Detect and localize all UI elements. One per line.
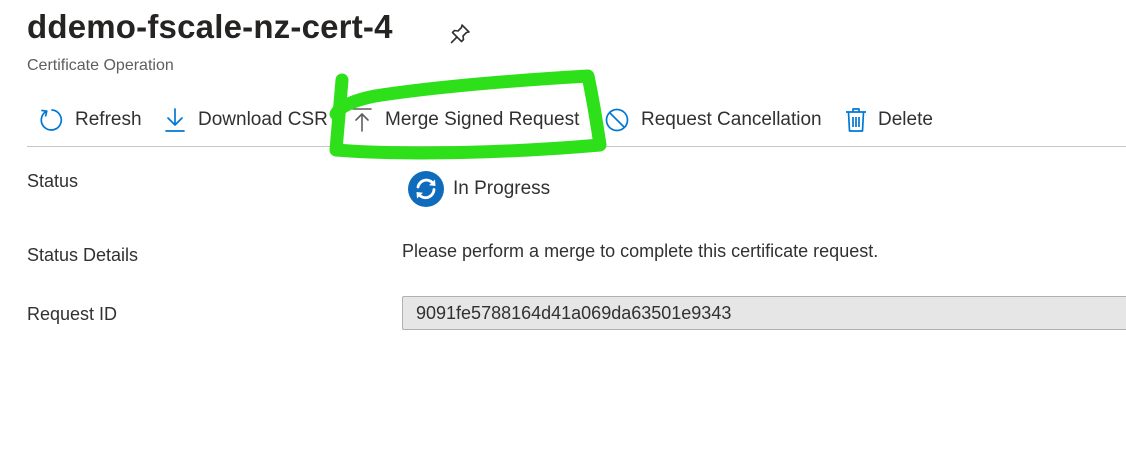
upload-icon <box>352 108 372 132</box>
merge-signed-request-button[interactable]: Merge Signed Request <box>350 100 579 140</box>
refresh-button[interactable]: Refresh <box>38 100 142 140</box>
pin-icon[interactable] <box>448 22 472 46</box>
status-label: Status <box>27 171 79 191</box>
refresh-icon <box>40 109 63 131</box>
toolbar-divider <box>27 146 1126 147</box>
sync-icon <box>408 171 444 207</box>
download-icon <box>165 108 185 132</box>
status-details-label: Status Details <box>27 245 139 265</box>
delete-button[interactable]: Delete <box>845 100 933 140</box>
certificate-operation-page: ddemo-fscale-nz-cert-4 Certificate Opera… <box>0 0 1126 475</box>
request-id-value: 9091fe5788164d41a069da63501e9343 <box>416 302 732 323</box>
status-text: In Progress <box>453 178 551 199</box>
page-title: ddemo-fscale-nz-cert-4 <box>27 8 393 45</box>
status-details-value: Please perform a merge to complete this … <box>402 241 879 261</box>
request-cancellation-label: Request Cancellation <box>641 109 822 130</box>
cancel-icon <box>605 108 629 132</box>
request-id-label: Request ID <box>27 304 118 324</box>
download-csr-button[interactable]: Download CSR <box>163 100 328 140</box>
download-csr-label: Download CSR <box>198 109 328 130</box>
merge-signed-request-label: Merge Signed Request <box>385 109 580 130</box>
page-subtitle: Certificate Operation <box>27 57 174 74</box>
status-value: In Progress <box>408 171 550 207</box>
command-bar: Refresh Download CSR Merge Signed Reques… <box>0 100 1126 140</box>
delete-label: Delete <box>878 109 933 130</box>
request-id-field[interactable]: 9091fe5788164d41a069da63501e9343 <box>402 296 1126 330</box>
request-cancellation-button[interactable]: Request Cancellation <box>604 100 822 140</box>
refresh-label: Refresh <box>75 109 142 130</box>
trash-icon <box>846 108 866 132</box>
